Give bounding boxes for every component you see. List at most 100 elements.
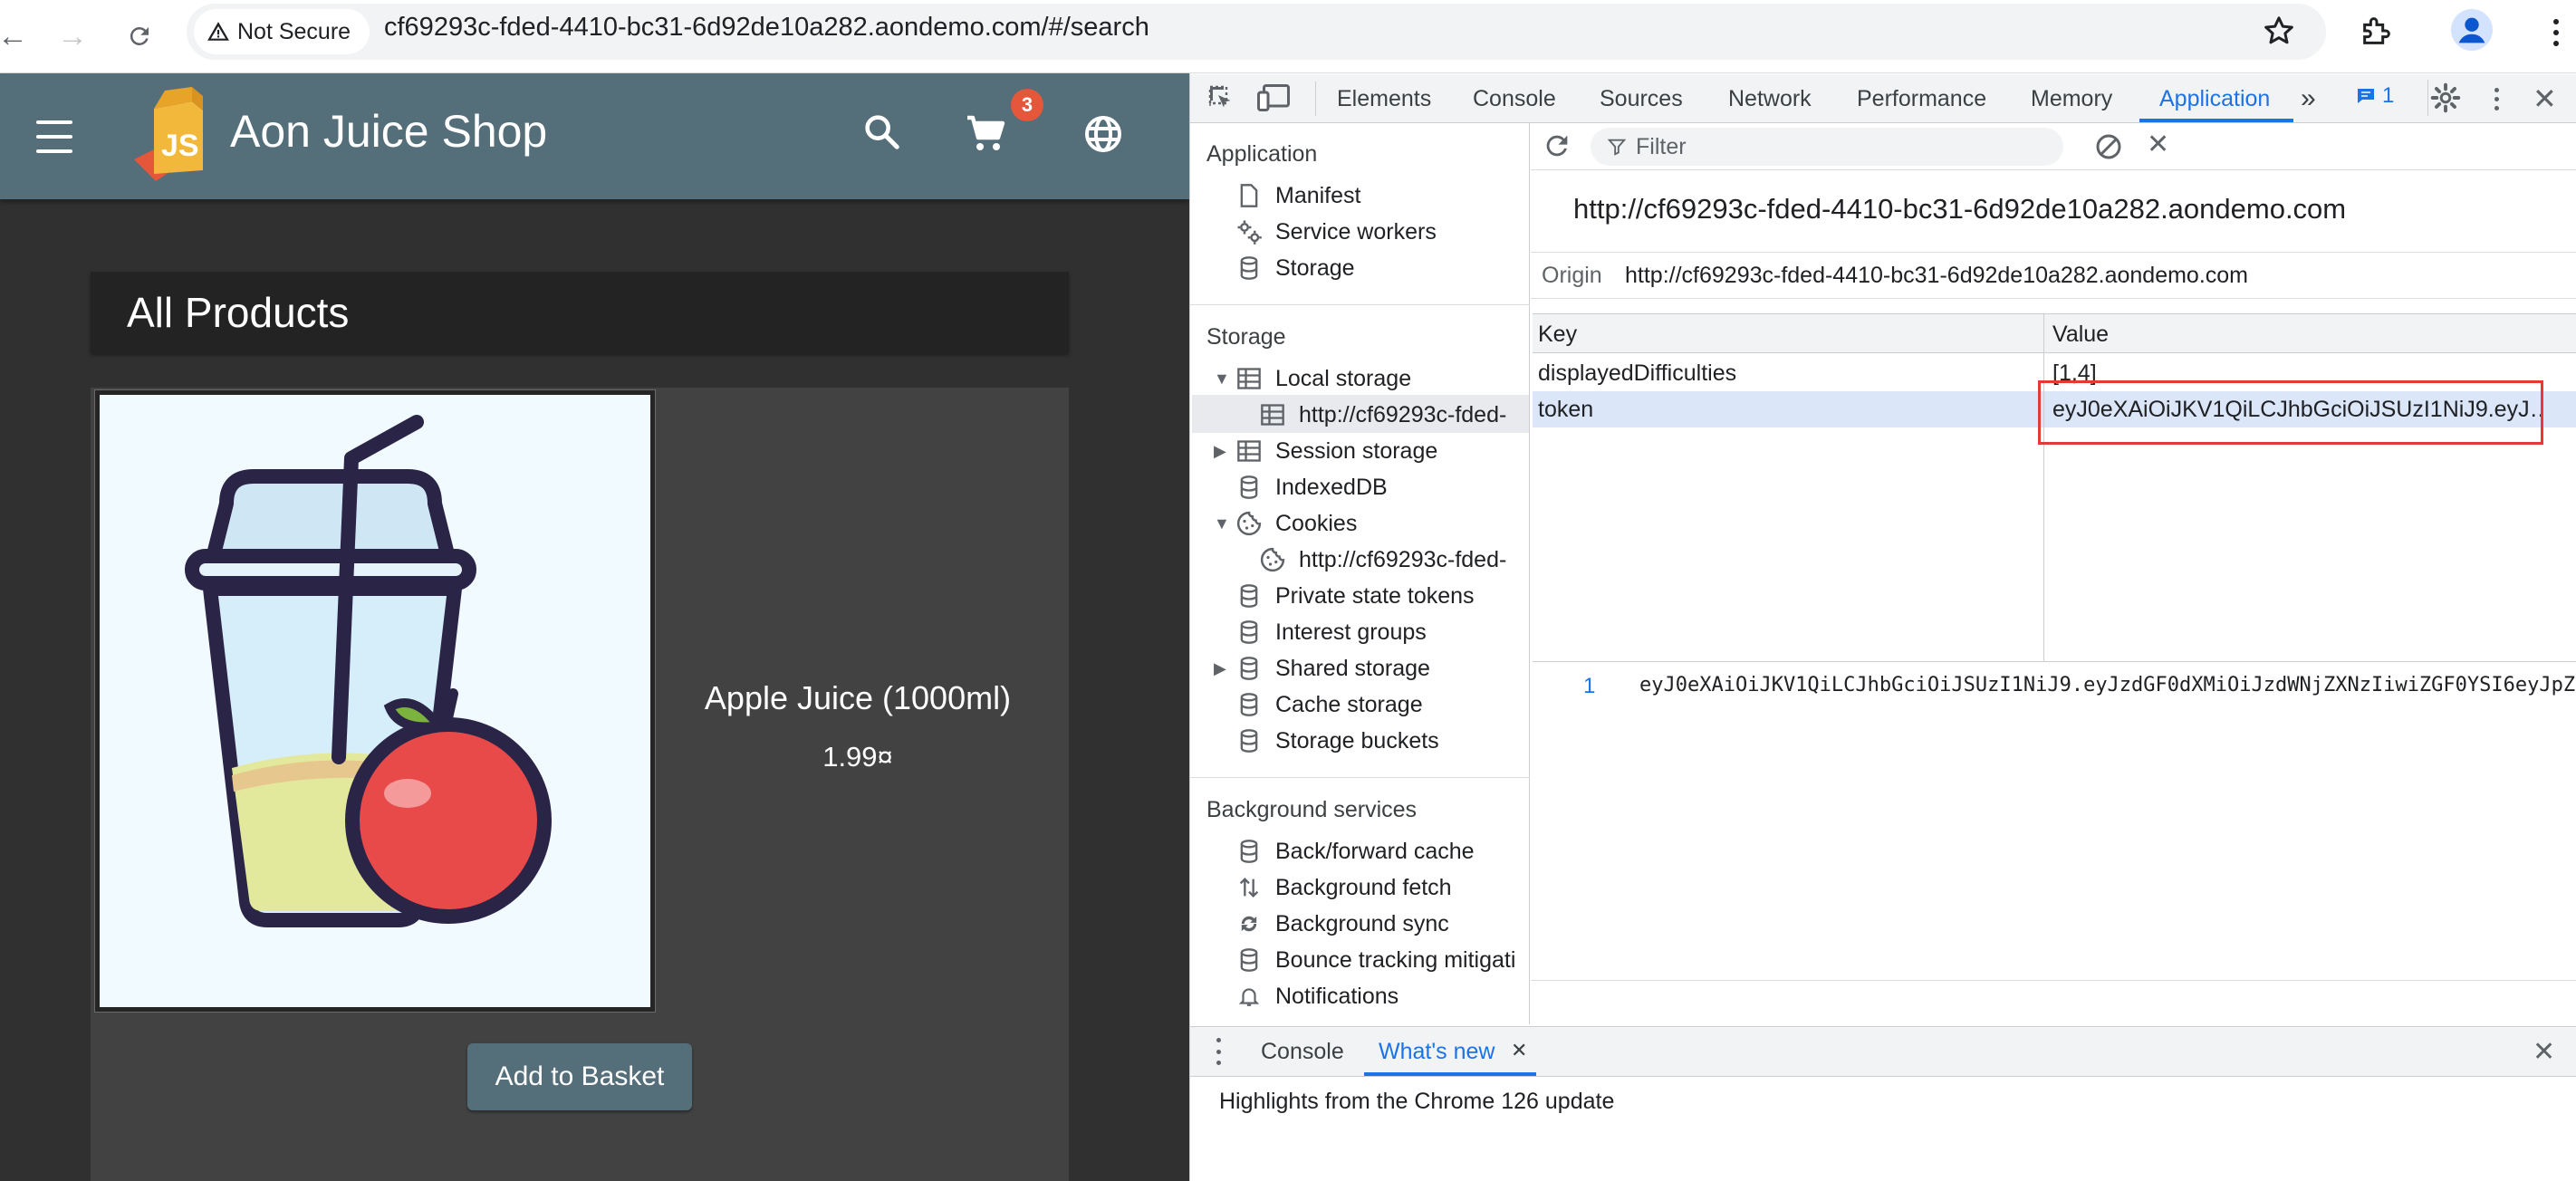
collapsed-triangle-icon[interactable]: ▶ — [1214, 659, 1226, 678]
column-header-value[interactable]: Value — [2052, 322, 2109, 348]
whats-new-headline: Highlights from the Chrome 126 update — [1219, 1089, 1615, 1114]
shopping-cart-icon[interactable] — [964, 112, 1007, 160]
products-title: All Products — [127, 289, 350, 336]
up-down-arrows-icon — [1239, 878, 1259, 898]
active-tab-indicator — [2139, 119, 2293, 122]
expanded-triangle-icon[interactable]: ▼ — [1214, 370, 1230, 389]
inspect-element-icon[interactable] — [1205, 82, 1237, 119]
sidebar-item-label: Shared storage — [1275, 655, 1430, 681]
column-header-key[interactable]: Key — [1538, 322, 1577, 348]
tab-application[interactable]: Application — [2159, 74, 2270, 123]
sidebar-item-label: http://cf69293c-fded- — [1299, 401, 1507, 427]
sidebar-item-background-fetch[interactable]: Background fetch — [1235, 869, 1452, 906]
tab-divider — [2427, 80, 2428, 116]
tab-network[interactable]: Network — [1728, 74, 1812, 123]
sidebar-item-bounce-tracking[interactable]: Bounce tracking mitigati — [1235, 942, 1515, 978]
sidebar-item-interest-groups[interactable]: Interest groups — [1235, 614, 1427, 650]
preview-value-text[interactable]: eyJ0eXAiOiJKV1QiLCJhbGciOiJSUzI1NiJ9.eyJ… — [1639, 674, 2576, 696]
database-icon — [1240, 948, 1258, 972]
sidebar-item-storage-buckets[interactable]: Storage buckets — [1235, 723, 1439, 759]
sidebar-item-notifications[interactable]: Notifications — [1235, 978, 1399, 1014]
hamburger-menu-icon[interactable] — [36, 120, 76, 153]
issues-counter[interactable]: 1 — [2355, 83, 2394, 109]
close-drawer-icon[interactable]: ✕ — [2533, 1036, 2555, 1068]
filter-placeholder: Filter — [1636, 133, 1687, 159]
device-toolbar-icon[interactable] — [1255, 82, 1292, 119]
forward-arrow-icon[interactable]: → — [49, 13, 96, 60]
sidebar-item-storage-overview[interactable]: Storage — [1235, 250, 1355, 286]
token-highlight-box — [2038, 380, 2543, 445]
tab-performance[interactable]: Performance — [1857, 74, 1986, 123]
storage-table-header: Key Value — [1533, 313, 2576, 353]
origin-heading: http://cf69293c-fded-4410-bc31-6d92de10a… — [1573, 193, 2347, 225]
extensions-puzzle-icon[interactable] — [2359, 13, 2395, 53]
close-devtools-icon[interactable]: ✕ — [2533, 82, 2557, 116]
drawer-tab-console[interactable]: Console — [1261, 1039, 1344, 1065]
settings-gear-icon[interactable] — [2429, 82, 2462, 119]
preview-line-number: 1 — [1583, 674, 1596, 698]
product-name[interactable]: Apple Juice (1000ml) — [672, 679, 1043, 717]
sidebar-item-background-sync[interactable]: Background sync — [1235, 906, 1449, 942]
column-divider — [2043, 313, 2044, 661]
sidebar-item-local-storage-origin[interactable]: http://cf69293c-fded- — [1259, 397, 1506, 433]
tab-memory[interactable]: Memory — [2031, 74, 2112, 123]
search-icon[interactable] — [860, 110, 902, 157]
row-key: displayedDifficulties — [1538, 360, 1737, 386]
tab-elements[interactable]: Elements — [1337, 74, 1431, 123]
reload-icon[interactable] — [116, 13, 163, 60]
back-arrow-icon[interactable]: ← — [0, 13, 36, 60]
sidebar-item-service-workers[interactable]: Service workers — [1235, 214, 1437, 250]
juice-shop-logo[interactable]: JS — [129, 83, 219, 187]
clear-all-icon[interactable] — [2092, 130, 2125, 168]
sidebar-item-manifest[interactable]: Manifest — [1235, 178, 1360, 214]
security-indicator[interactable]: Not Secure — [194, 9, 370, 54]
sidebar-item-label: Storage — [1275, 254, 1355, 281]
close-tab-icon[interactable]: ✕ — [1511, 1039, 1527, 1062]
refresh-icon[interactable] — [1542, 130, 1572, 166]
row-key: token — [1538, 397, 1594, 422]
database-icon — [1240, 475, 1258, 499]
filter-input[interactable]: Filter — [1591, 128, 2063, 166]
sync-icon — [1241, 916, 1257, 932]
drawer-menu-icon[interactable] — [1214, 1038, 1223, 1065]
sidebar-item-cookies[interactable]: ▼ Cookies — [1214, 505, 1358, 542]
sidebar-item-cache-storage[interactable]: Cache storage — [1235, 687, 1423, 723]
filter-funnel-icon — [1607, 139, 1627, 156]
sidebar-item-label: Cookies — [1275, 510, 1358, 536]
sidebar-item-label: IndexedDB — [1275, 474, 1388, 500]
sidebar-item-label: Bounce tracking mitigati — [1275, 946, 1516, 973]
database-icon — [1240, 657, 1258, 680]
tab-console[interactable]: Console — [1473, 74, 1556, 123]
sidebar-section-background-services: Background services — [1206, 797, 1418, 822]
cookie-icon — [1260, 547, 1285, 572]
database-icon — [1240, 693, 1258, 716]
more-tabs-chevron-icon[interactable]: » — [2301, 74, 2316, 123]
browser-menu-icon[interactable] — [2536, 13, 2576, 53]
sidebar-item-label: Background sync — [1275, 910, 1449, 936]
issues-count: 1 — [2382, 83, 2395, 108]
sidebar-item-session-storage[interactable]: ▶ Session storage — [1214, 433, 1437, 469]
url-text[interactable]: cf69293c-fded-4410-bc31-6d92de10a282.aon… — [384, 13, 1149, 43]
profile-avatar-icon[interactable] — [2451, 9, 2493, 51]
origin-label: Origin — [1542, 262, 1602, 288]
sidebar-item-back-forward-cache[interactable]: Back/forward cache — [1235, 833, 1475, 869]
sidebar-item-private-state-tokens[interactable]: Private state tokens — [1235, 578, 1475, 614]
drawer-tab-whats-new[interactable]: What's new — [1379, 1039, 1495, 1065]
sidebar-item-shared-storage[interactable]: ▶ Shared storage — [1214, 650, 1430, 687]
sidebar-item-label: Interest groups — [1275, 619, 1427, 645]
collapsed-triangle-icon[interactable]: ▶ — [1214, 442, 1226, 461]
product-image[interactable] — [100, 395, 650, 1007]
language-globe-icon[interactable] — [1081, 112, 1125, 160]
delete-selected-icon[interactable]: ✕ — [2147, 129, 2169, 160]
tab-sources[interactable]: Sources — [1600, 74, 1683, 123]
shop-title[interactable]: Aon Juice Shop — [230, 105, 547, 158]
add-to-basket-button[interactable]: Add to Basket — [467, 1043, 692, 1110]
sidebar-item-indexeddb[interactable]: IndexedDB — [1235, 469, 1388, 505]
bookmark-star-icon[interactable] — [2261, 13, 2297, 53]
sidebar-item-cookies-origin[interactable]: http://cf69293c-fded- — [1259, 542, 1506, 578]
devtools-menu-icon[interactable] — [2487, 83, 2505, 114]
warning-icon — [207, 22, 229, 41]
sidebar-item-local-storage[interactable]: ▼ Local storage — [1214, 360, 1411, 397]
sidebar-item-label: Private state tokens — [1275, 582, 1475, 609]
expanded-triangle-icon[interactable]: ▼ — [1214, 514, 1230, 533]
